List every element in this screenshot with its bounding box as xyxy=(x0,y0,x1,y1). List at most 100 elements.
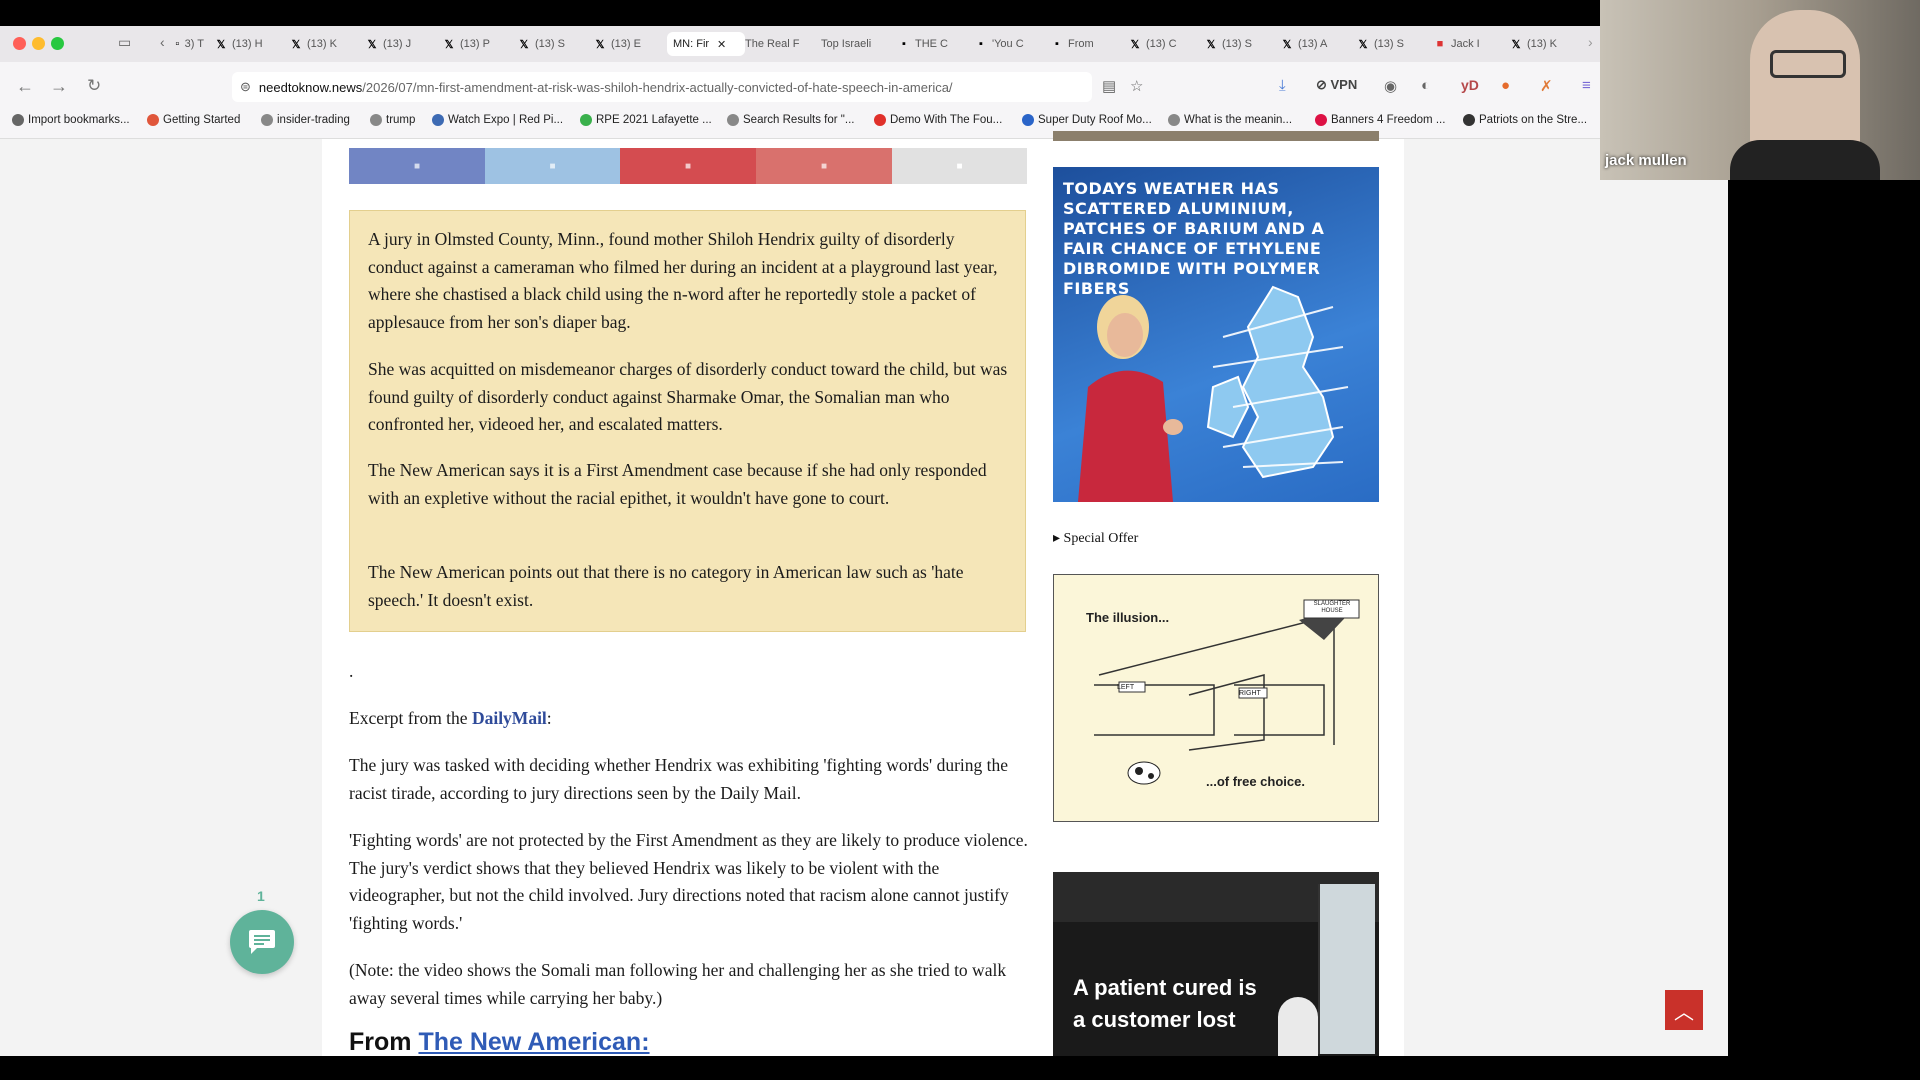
tab[interactable]: 𝕏 (13) J xyxy=(365,32,425,56)
close-tab-icon[interactable]: ✕ xyxy=(717,38,726,51)
tab-label: (13) S xyxy=(1222,38,1252,50)
tab[interactable]: The Real F xyxy=(745,32,807,56)
bookmark-icon xyxy=(261,114,273,126)
account-icon[interactable]: ◉ xyxy=(1384,77,1397,95)
scroll-to-top-button[interactable]: ︿ xyxy=(1665,990,1703,1030)
bookmark-item[interactable]: RPE 2021 Lafayette ... xyxy=(580,114,712,126)
bookmark-item[interactable]: insider-trading xyxy=(261,114,350,126)
bookmark-label: Search Results for "... xyxy=(743,114,855,126)
tab-scroll-left-icon[interactable]: ‹ xyxy=(160,34,165,50)
bookmark-icon xyxy=(370,114,382,126)
bookmark-label: trump xyxy=(386,114,416,126)
bookmark-icon xyxy=(580,114,592,126)
more-share-icon: ■ xyxy=(956,160,963,172)
bookmark-item[interactable]: Demo With The Fou... xyxy=(874,114,1002,126)
bookmark-icon xyxy=(1168,114,1180,126)
tgr-icon: ▪ xyxy=(1055,38,1059,50)
illusion-caption: The illusion... xyxy=(1086,610,1170,625)
tab[interactable]: 𝕏 (13) K xyxy=(289,32,349,56)
more-share-button[interactable]: ■ xyxy=(892,148,1027,184)
back-arrow-icon[interactable]: ← xyxy=(16,76,34,97)
bookmark-star-icon[interactable]: ☆ xyxy=(1130,77,1143,95)
patient-cured-ad[interactable]: A patient cured is a customer lost xyxy=(1053,872,1379,1056)
forward-arrow-icon[interactable]: → xyxy=(50,76,68,97)
yd-extension-icon[interactable]: yD xyxy=(1461,77,1479,93)
vpn-button[interactable]: ⊘ VPN xyxy=(1316,77,1357,93)
site-info-icon[interactable]: ⊜ xyxy=(240,79,251,95)
tab[interactable]: ▫ 3) T xyxy=(174,32,204,56)
quote-paragraph: She was acquitted on misdemeanor charges… xyxy=(368,359,1008,434)
bookmark-icon xyxy=(874,114,886,126)
zoom-window-icon[interactable] xyxy=(51,37,64,50)
bookmark-item[interactable]: Patriots on the Stre... xyxy=(1463,114,1587,126)
excerpt-prefix: Excerpt from the xyxy=(349,708,472,728)
bookmark-item[interactable]: What is the meanin... xyxy=(1168,114,1292,126)
tab[interactable]: MN: Fir ✕ xyxy=(667,32,745,56)
body-paragraph: The jury was tasked with deciding whethe… xyxy=(349,755,1009,803)
bookmark-label: Watch Expo | Red Pi... xyxy=(448,114,564,126)
extension-icon[interactable]: ◐ xyxy=(1421,77,1430,94)
tab[interactable]: ▪ From xyxy=(1050,32,1112,56)
tab-label: The Real F xyxy=(745,38,800,50)
tab-label: (13) J xyxy=(383,38,412,50)
bookmark-label: Patriots on the Stre... xyxy=(1479,114,1588,126)
tab-scroll-right-icon[interactable]: › xyxy=(1588,34,1593,50)
address-bar[interactable]: ⊜ needtoknow.news/2026/07/mn-first-amend… xyxy=(232,72,1092,102)
chemtrail-weather-ad[interactable]: TODAYS WEATHER HAS SCATTERED ALUMINIUM, … xyxy=(1053,167,1379,502)
dailymail-link[interactable]: DailyMail xyxy=(472,708,547,728)
from-heading: From The New American: xyxy=(349,1028,650,1057)
bookmark-item[interactable]: trump xyxy=(370,114,415,126)
x-icon: 𝕏 xyxy=(216,38,226,51)
bookmark-label: Import bookmarks... xyxy=(28,114,130,126)
tab-label: Top Israeli xyxy=(821,38,872,50)
tab[interactable]: ■ Jack I xyxy=(1433,32,1493,56)
download-icon[interactable]: ⤓ xyxy=(1279,77,1286,94)
bookmark-item[interactable]: Watch Expo | Red Pi... xyxy=(432,114,563,126)
tab[interactable]: Top Israeli xyxy=(821,32,883,56)
tab[interactable]: 𝕏 (13) P xyxy=(442,32,502,56)
tab[interactable]: 𝕏 (13) A xyxy=(1280,32,1340,56)
bookmark-item[interactable]: Import bookmarks... xyxy=(12,114,130,126)
comments-button[interactable] xyxy=(230,910,294,974)
tab[interactable]: 𝕏 (13) S xyxy=(1204,32,1264,56)
x-icon: 𝕏 xyxy=(1206,38,1216,51)
minimize-window-icon[interactable] xyxy=(32,37,45,50)
email-share-button[interactable]: ■ xyxy=(756,148,892,184)
reader-view-icon[interactable]: ▤ xyxy=(1102,77,1116,95)
jf-icon: ■ xyxy=(1436,38,1444,50)
tab[interactable]: ▪ 'You C xyxy=(974,32,1036,56)
tab[interactable]: ▪ THE C xyxy=(897,32,959,56)
email-share-icon: ■ xyxy=(820,160,828,172)
bookmark-item[interactable]: Getting Started xyxy=(147,114,240,126)
tab[interactable]: 𝕏 (13) E xyxy=(593,32,653,56)
tab[interactable]: 𝕏 (13) S xyxy=(517,32,577,56)
tab-label: (13) E xyxy=(611,38,641,50)
ad3-line1: A patient cured is xyxy=(1073,975,1257,1000)
bookmark-item[interactable]: Search Results for "... xyxy=(727,114,854,126)
tab-label: (13) K xyxy=(307,38,337,50)
ad3-text: A patient cured is a customer lost xyxy=(1073,972,1257,1036)
reload-icon[interactable]: ↻ xyxy=(87,76,101,96)
tab[interactable]: 𝕏 (13) C xyxy=(1128,32,1188,56)
brave-icon[interactable]: ● xyxy=(1501,77,1510,94)
pinterest-share-button[interactable]: ■ xyxy=(620,148,756,184)
close-window-icon[interactable] xyxy=(13,37,26,50)
free-choice-caption: ...of free choice. xyxy=(1206,774,1305,789)
tab[interactable]: 𝕏 (13) H xyxy=(214,32,274,56)
bookmark-item[interactable]: Banners 4 Freedom ... xyxy=(1315,114,1445,126)
new-american-link[interactable]: The New American: xyxy=(418,1028,649,1056)
twitter-share-button[interactable]: ■ xyxy=(485,148,620,184)
bookmark-item[interactable]: Super Duty Roof Mo... xyxy=(1022,114,1152,126)
tab-overview-icon[interactable]: ▭ xyxy=(118,34,131,51)
chat-bubble-icon xyxy=(249,930,275,954)
participant-shirt xyxy=(1730,140,1880,180)
menu-icon[interactable]: ≡ xyxy=(1582,77,1591,94)
facebook-share-button[interactable]: ■ xyxy=(349,148,485,184)
tab[interactable]: 𝕏 (13) S xyxy=(1356,32,1416,56)
tab-label: (13) K xyxy=(1527,38,1557,50)
quote-paragraph: The New American points out that there i… xyxy=(368,562,964,610)
tab-label: (13) P xyxy=(460,38,490,50)
tab[interactable]: 𝕏 (13) K xyxy=(1509,32,1569,56)
rewards-icon[interactable]: ✗ xyxy=(1540,77,1553,95)
special-offer-label[interactable]: ▸ Special Offer xyxy=(1053,530,1138,547)
